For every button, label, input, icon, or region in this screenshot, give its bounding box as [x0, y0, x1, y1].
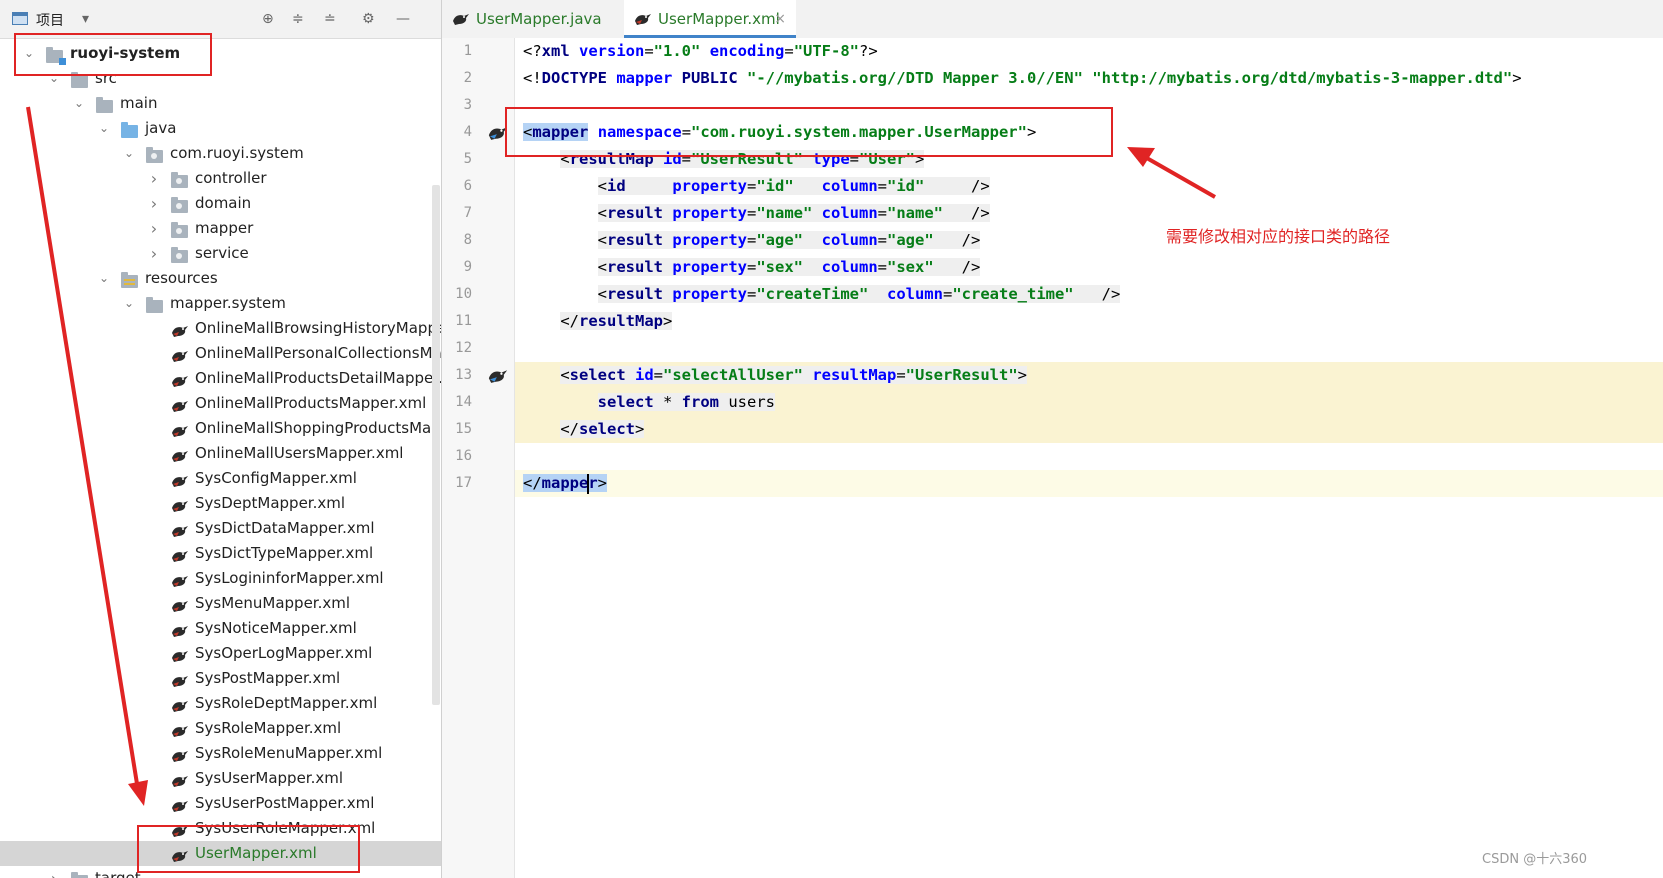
- annotation-arrow-left: [1144, 155, 1216, 199]
- arrow-head-icon: [1127, 147, 1155, 167]
- annotation-arrows: [26, 106, 1216, 806]
- annotation-text: 需要修改相对应的接口类的路径: [1166, 227, 1391, 246]
- watermark: CSDN @十六360: [1482, 852, 1588, 867]
- arrow-head-icon: [128, 780, 148, 806]
- annotation-arrow-down: [26, 106, 140, 791]
